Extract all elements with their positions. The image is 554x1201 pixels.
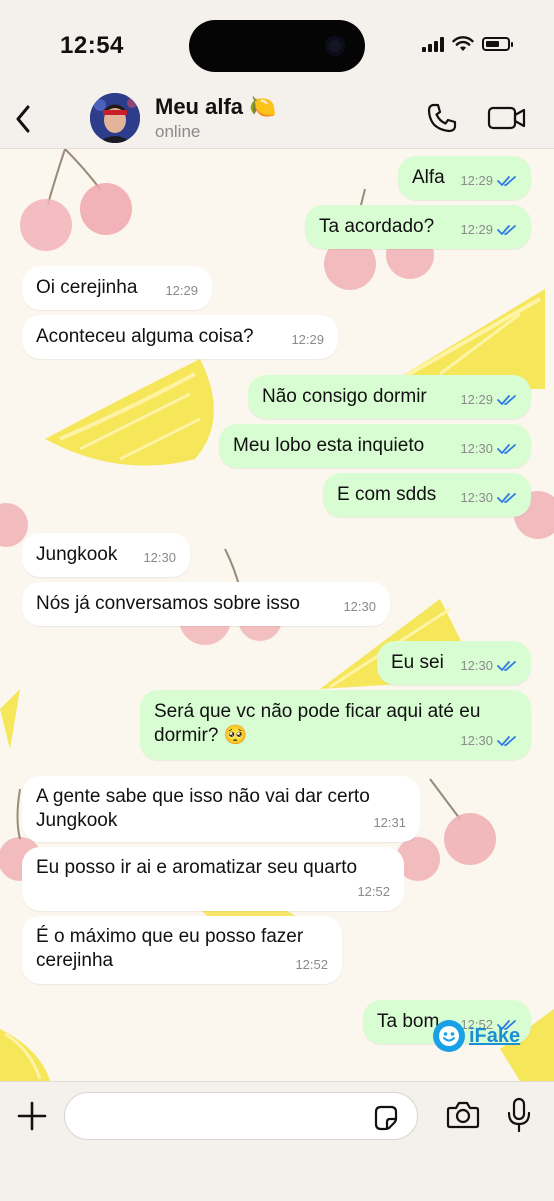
message-time: 12:30 <box>143 550 176 565</box>
message-meta: 12:29 <box>460 169 517 193</box>
message-time: 12:52 <box>295 957 328 972</box>
message-bubble-outgoing[interactable]: Não consigo dormir 12:29 <box>248 375 531 419</box>
message-meta: 12:30 <box>460 437 517 461</box>
message-text: Eu posso ir ai e aromatizar seu quarto <box>36 857 358 878</box>
message-bubble-incoming[interactable]: É o máximo que eu posso fazer cerejinha … <box>22 916 342 984</box>
message-time: 12:30 <box>460 658 493 673</box>
message-time: 12:29 <box>460 173 493 188</box>
message-time: 12:52 <box>357 884 390 899</box>
message-meta: 12:31 <box>373 811 406 835</box>
message-bubble-incoming[interactable]: Jungkook 12:30 <box>22 533 190 577</box>
cellular-signal-icon <box>422 36 444 52</box>
message-text: A gente sabe que isso não vai dar certo … <box>36 786 370 831</box>
ifake-watermark-text: iFake <box>469 1024 521 1047</box>
message-bubble-incoming[interactable]: Aconteceu alguma coisa? 12:29 <box>22 315 338 359</box>
message-time: 12:30 <box>460 490 493 505</box>
camera-button[interactable] <box>446 1100 480 1130</box>
status-time: 12:54 <box>60 32 124 59</box>
video-camera-icon <box>487 106 526 130</box>
sticker-icon <box>374 1105 398 1131</box>
contact-status: online <box>155 122 201 141</box>
message-bubble-incoming[interactable]: A gente sabe que isso não vai dar certo … <box>22 776 420 842</box>
read-receipt-icon <box>497 395 516 405</box>
message-meta: 12:30 <box>460 729 517 753</box>
message-bubble-outgoing[interactable]: Ta acordado? 12:29 <box>305 205 531 249</box>
microphone-button[interactable] <box>506 1097 532 1133</box>
message-input-bar <box>0 1081 554 1201</box>
message-meta: 12:29 <box>460 388 517 412</box>
message-meta: 12:29 <box>165 279 198 303</box>
voice-call-button[interactable] <box>424 100 460 136</box>
message-meta: 12:29 <box>291 328 324 352</box>
message-bubble-outgoing[interactable]: Será que vc não pode ficar aqui até eu d… <box>140 690 531 760</box>
message-bubble-outgoing[interactable]: Eu sei 12:30 <box>377 641 531 685</box>
read-receipt-icon <box>497 176 516 186</box>
message-bubble-incoming[interactable]: Eu posso ir ai e aromatizar seu quarto 1… <box>22 847 404 911</box>
read-receipt-icon <box>497 225 516 235</box>
message-time: 12:30 <box>460 733 493 748</box>
message-meta: 12:29 <box>460 218 517 242</box>
read-receipt-icon <box>497 493 516 503</box>
message-time: 12:30 <box>343 599 376 614</box>
message-meta: 12:52 <box>357 880 390 904</box>
message-time: 12:29 <box>460 392 493 407</box>
chevron-left-icon <box>16 105 30 133</box>
chat-area[interactable]: Alfa 12:29 Ta acordado? 12:29 Oi cerejin… <box>0 149 554 1081</box>
message-bubble-incoming[interactable]: Oi cerejinha 12:29 <box>22 266 212 310</box>
message-bubble-incoming[interactable]: Nós já conversamos sobre isso 12:30 <box>22 582 390 626</box>
message-meta: 12:52 <box>295 953 328 977</box>
ifake-logo-icon <box>433 1020 465 1052</box>
ifake-watermark: iFake <box>433 1020 520 1052</box>
message-time: 12:30 <box>460 441 493 456</box>
message-time: 12:29 <box>460 222 493 237</box>
message-meta: 12:30 <box>460 654 517 678</box>
phone-icon <box>427 103 457 133</box>
message-time: 12:29 <box>165 283 198 298</box>
message-bubble-outgoing[interactable]: E com sdds 12:30 <box>323 473 531 517</box>
battery-icon <box>482 37 513 51</box>
message-time: 12:29 <box>291 332 324 347</box>
read-receipt-icon <box>497 736 516 746</box>
read-receipt-icon <box>497 444 516 454</box>
message-meta: 12:30 <box>143 546 176 570</box>
attach-button[interactable] <box>14 1098 50 1134</box>
message-meta: 12:30 <box>460 486 517 510</box>
microphone-icon <box>507 1097 531 1133</box>
wifi-icon <box>452 36 474 51</box>
chat-header: Meu alfa 🍋 online <box>0 90 554 149</box>
message-input[interactable] <box>64 1092 418 1140</box>
message-meta: 12:30 <box>343 595 376 619</box>
status-bar: 12:54 <box>0 0 554 90</box>
message-text: É o máximo que eu posso fazer cerejinha <box>36 926 304 971</box>
message-bubble-outgoing[interactable]: Meu lobo esta inquieto 12:30 <box>219 424 531 468</box>
contact-name[interactable]: Meu alfa 🍋 <box>155 94 277 120</box>
sticker-button[interactable] <box>372 1104 400 1132</box>
read-receipt-icon <box>497 661 516 671</box>
message-time: 12:31 <box>373 815 406 830</box>
camera-icon <box>446 1101 480 1129</box>
message-bubble-outgoing[interactable]: Alfa 12:29 <box>398 156 531 200</box>
dynamic-island <box>189 20 365 72</box>
message-text: Aconteceu alguma coisa? <box>36 326 254 347</box>
plus-icon <box>17 1101 47 1131</box>
status-icons <box>422 36 513 52</box>
back-button[interactable] <box>8 94 38 144</box>
front-camera-icon <box>325 36 345 56</box>
message-text: Nós já conversamos sobre isso <box>36 593 300 614</box>
contact-avatar[interactable] <box>90 93 140 143</box>
video-call-button[interactable] <box>486 100 528 136</box>
